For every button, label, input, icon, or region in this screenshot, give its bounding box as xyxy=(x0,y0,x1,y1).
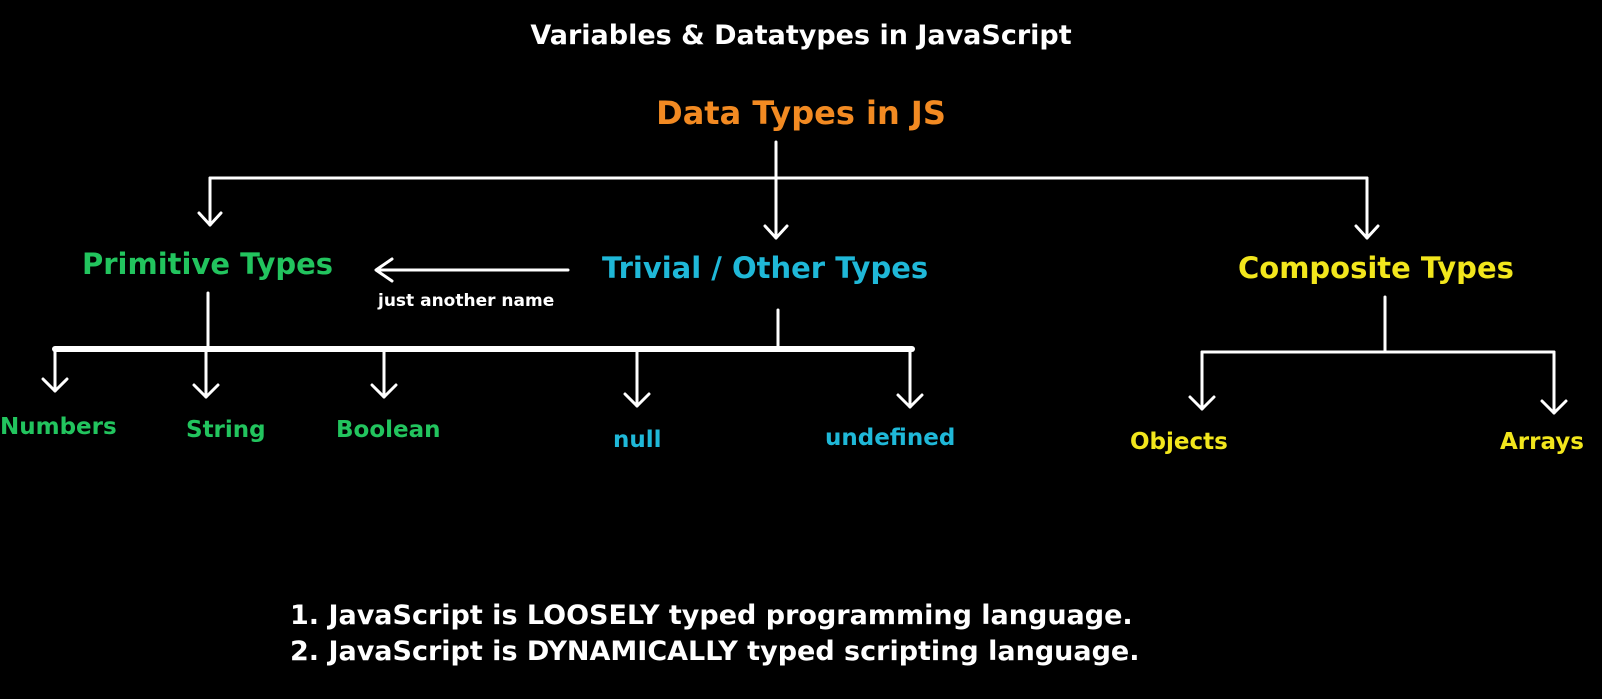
root-node: Data Types in JS xyxy=(656,94,946,132)
alias-note: just another name xyxy=(378,291,555,311)
leaf-numbers: Numbers xyxy=(0,414,117,440)
page-title: Variables & Datatypes in JavaScript xyxy=(530,20,1072,51)
composite-types-node: Composite Types xyxy=(1238,251,1514,285)
leaf-boolean: Boolean xyxy=(336,417,441,443)
trivial-types-node: Trivial / Other Types xyxy=(602,251,929,285)
leaf-arrays: Arrays xyxy=(1500,429,1584,455)
note-item: 2. JavaScript is DYNAMICALLY typed scrip… xyxy=(290,636,1140,667)
primitive-types-node: Primitive Types xyxy=(82,247,334,281)
notes-list: 1. JavaScript is LOOSELY typed programmi… xyxy=(290,598,1140,670)
leaf-undefined: undefined xyxy=(825,425,956,451)
leaf-null: null xyxy=(613,427,662,453)
leaf-objects: Objects xyxy=(1130,429,1228,455)
note-item: 1. JavaScript is LOOSELY typed programmi… xyxy=(290,600,1133,631)
leaf-string: String xyxy=(186,417,266,443)
